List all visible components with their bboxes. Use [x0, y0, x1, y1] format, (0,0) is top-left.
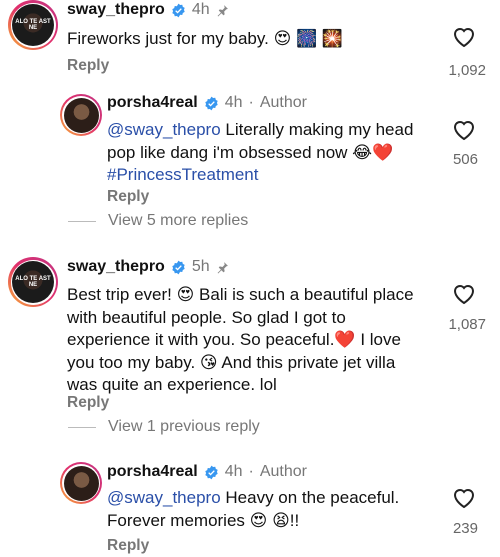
comment-text: @sway_thepro Heavy on the peaceful. Fore… [107, 487, 427, 532]
username[interactable]: porsha4real [107, 463, 198, 481]
heart-icon[interactable] [452, 119, 476, 141]
hashtag-link[interactable]: #PrincessTreatment [107, 165, 258, 184]
separator-dot: · [248, 463, 254, 480]
avatar[interactable]: ALO TE AST NE [8, 0, 58, 50]
username[interactable]: sway_thepro [67, 1, 165, 19]
reply-button[interactable]: Reply [67, 394, 109, 412]
avatar[interactable] [60, 94, 102, 136]
thread-line [68, 426, 96, 428]
view-more-replies-button[interactable]: View 5 more replies [68, 212, 248, 230]
author-label: Author [259, 94, 307, 111]
mention-link[interactable]: @sway_thepro [107, 120, 221, 139]
reply-button[interactable]: Reply [107, 537, 149, 555]
comment-time: 5h [191, 258, 210, 275]
comment-text: Fireworks just for my baby. 😍 🎆 🎇 [67, 29, 344, 48]
like-count: 1,087 [448, 316, 486, 333]
view-more-replies-label: View 5 more replies [108, 212, 249, 229]
heart-icon[interactable] [452, 283, 476, 305]
view-previous-reply-label: View 1 previous reply [108, 418, 260, 435]
mention-link[interactable]: @sway_thepro [107, 488, 221, 507]
verified-badge-icon [205, 465, 218, 479]
author-label: Author [259, 463, 307, 480]
separator-dot: · [248, 94, 254, 111]
comment-time: 4h [224, 463, 243, 480]
comment-time: 4h [224, 94, 243, 111]
like-count: 506 [452, 151, 478, 168]
comment-text: Best trip ever! 😍 Bali is such a beautif… [67, 285, 414, 394]
comment-text: @sway_thepro Literally making my head po… [107, 119, 422, 187]
avatar-logo-text: ALO TE AST NE [15, 276, 51, 288]
username[interactable]: sway_thepro [67, 258, 165, 276]
heart-icon[interactable] [452, 487, 476, 509]
verified-badge-icon [172, 260, 185, 274]
avatar-logo-text: ALO TE AST NE [15, 19, 51, 31]
verified-badge-icon [172, 3, 185, 17]
heart-icon[interactable] [452, 26, 476, 48]
comment-time: 4h [191, 1, 210, 18]
thread-line [68, 220, 96, 222]
avatar[interactable]: ALO TE AST NE [8, 257, 58, 307]
like-count: 1,092 [448, 62, 486, 79]
avatar[interactable] [60, 462, 102, 504]
verified-badge-icon [205, 96, 218, 110]
username[interactable]: porsha4real [107, 94, 198, 112]
reply-button[interactable]: Reply [107, 188, 149, 206]
pin-icon [217, 261, 228, 273]
view-previous-reply-button[interactable]: View 1 previous reply [68, 418, 260, 436]
reply-button[interactable]: Reply [67, 57, 109, 75]
pin-icon [217, 4, 228, 16]
like-count: 239 [452, 520, 478, 537]
